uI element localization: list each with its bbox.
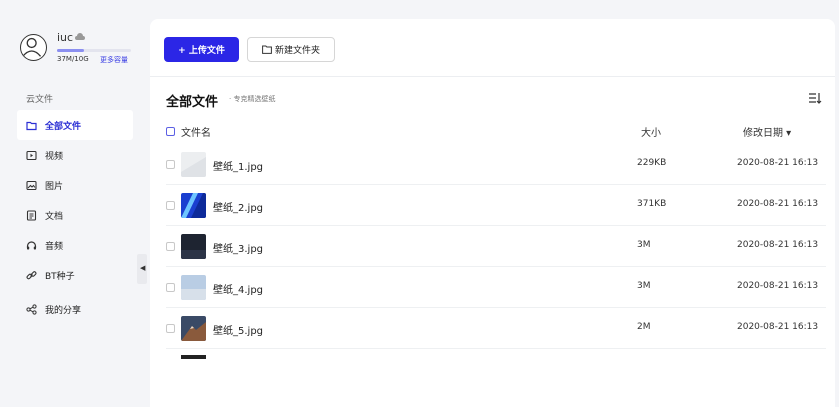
file-thumbnail-partial [181,355,206,359]
file-thumbnail [181,234,206,259]
file-row[interactable]: 壁纸_4.jpg 3M 2020-08-21 16:13 [166,268,826,308]
chevron-left-icon: ◀ [140,264,146,272]
file-thumbnail [181,193,206,218]
folder-icon [262,45,272,54]
sidebar-item-documents[interactable]: 文档 [17,200,133,230]
file-list-header: 文件名 大小 修改日期 ▾ [166,124,826,140]
storage-quota-bar [57,49,131,52]
file-row[interactable]: 壁纸_5.jpg 2M 2020-08-21 16:13 [166,309,826,349]
file-row[interactable]: 壁纸_1.jpg 229KB 2020-08-21 16:13 [166,145,826,185]
file-date: 2020-08-21 16:13 [737,158,819,168]
toolbar-divider [150,76,835,77]
user-profile[interactable]: iuc 37M/10G 更多容量 [20,31,140,71]
sort-icon[interactable] [808,92,822,104]
more-storage-link[interactable]: 更多容量 [100,55,128,65]
file-date: 2020-08-21 16:13 [737,281,819,291]
sidebar-item-my-shares[interactable]: 我的分享 [17,294,133,324]
document-icon [26,209,37,221]
file-size: 3M [637,281,651,291]
page-subtitle: · 专克精选壁纸 [229,95,276,103]
sidebar-item-bt-torrents[interactable]: BT种子 [17,260,133,290]
main-panel: + 上传文件 新建文件夹 全部文件 · 专克精选壁纸 文件名 大小 修改日期 ▾… [150,19,835,407]
sidebar-item-label: 文档 [45,211,64,222]
username: iuc [57,31,74,44]
sidebar-item-audio[interactable]: 音频 [17,230,133,260]
collapse-sidebar-button[interactable]: ◀ [137,254,147,284]
column-header-name[interactable]: 文件名 [181,124,211,139]
headphones-icon [26,240,37,249]
new-folder-label: 新建文件夹 [274,46,320,56]
sidebar-item-label: 全部文件 [45,121,82,132]
file-name[interactable]: 壁纸_4.jpg [213,281,263,296]
file-size: 2M [637,322,651,332]
share-icon [26,303,37,315]
page-title: 全部文件 [166,95,219,110]
sidebar-item-label: 我的分享 [45,305,82,316]
sidebar-item-label: 图片 [45,181,64,192]
sidebar-nav: 全部文件 视频 图片 文档 音频 BT种子 我的分享 [17,110,133,324]
column-header-size[interactable]: 大小 [641,124,661,139]
file-row[interactable]: 壁纸_3.jpg 3M 2020-08-21 16:13 [166,227,826,267]
file-size: 229KB [637,158,667,168]
user-avatar-icon [22,37,42,57]
row-checkbox[interactable] [166,283,175,292]
sidebar-item-all-files[interactable]: 全部文件 [17,110,133,140]
upload-file-button[interactable]: + 上传文件 [164,37,239,62]
file-date: 2020-08-21 16:13 [737,322,819,332]
file-thumbnail [181,316,206,341]
video-icon [26,150,37,160]
avatar[interactable] [20,34,47,61]
sidebar-item-label: BT种子 [45,271,75,282]
row-checkbox[interactable] [166,242,175,251]
file-thumbnail [181,275,206,300]
row-checkbox[interactable] [166,324,175,333]
cloud-icon [75,33,85,40]
file-name[interactable]: 壁纸_2.jpg [213,199,263,214]
section-label-cloud-files: 云文件 [26,95,54,105]
folder-icon [26,121,37,130]
file-date: 2020-08-21 16:13 [737,199,819,209]
file-size: 371KB [637,199,667,209]
storage-quota-fill [57,49,85,52]
column-header-date[interactable]: 修改日期 ▾ [743,124,791,139]
file-date: 2020-08-21 16:13 [737,240,819,250]
file-row[interactable]: 壁纸_2.jpg 371KB 2020-08-21 16:13 [166,186,826,226]
file-name[interactable]: 壁纸_1.jpg [213,158,263,173]
file-name[interactable]: 壁纸_3.jpg [213,240,263,255]
file-size: 3M [637,240,651,250]
sidebar-item-label: 音频 [45,241,64,252]
sidebar-item-label: 视频 [45,151,64,162]
select-all-checkbox[interactable] [166,127,175,136]
sidebar: iuc 37M/10G 更多容量 云文件 全部文件 视频 图片 文档 音频 BT… [0,0,147,407]
file-thumbnail [181,152,206,177]
file-name[interactable]: 壁纸_5.jpg [213,322,263,337]
storage-quota-text: 37M/10G [57,55,89,63]
sidebar-item-images[interactable]: 图片 [17,170,133,200]
sidebar-item-video[interactable]: 视频 [17,140,133,170]
link-icon [26,270,37,279]
row-checkbox[interactable] [166,160,175,169]
new-folder-button[interactable]: 新建文件夹 [247,37,335,62]
row-checkbox[interactable] [166,201,175,210]
image-icon [26,180,37,190]
